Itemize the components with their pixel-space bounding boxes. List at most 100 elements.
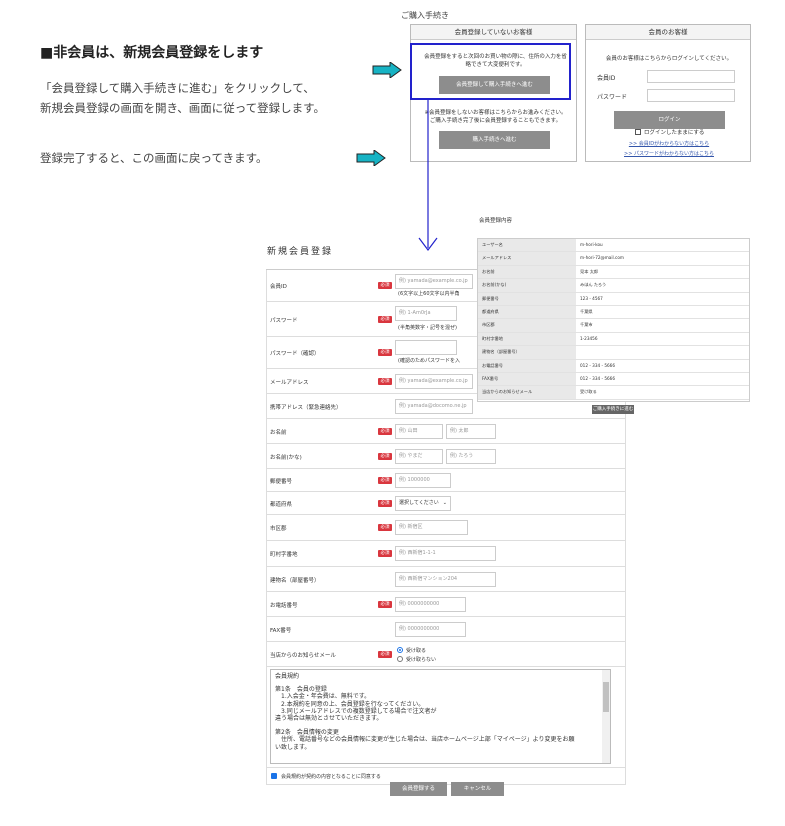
row-value: 1-23456 [580, 335, 598, 341]
row-fax: FAX番号 例) 0000000000 [266, 617, 626, 642]
table-row: お名前(かな) みほん たろう [478, 279, 749, 293]
confirmation-table: ユーザー名 m-hori-kou メールアドレス m-hori-72@mail.co… [477, 238, 750, 402]
row-zip: 郵便番号 必須 例) 1000000 [266, 469, 626, 492]
terms-line: 1.入会金・年会費は、無料です。 [275, 693, 371, 701]
field-label: 町村字番地 [270, 552, 298, 558]
phone-field[interactable]: 例) 0000000000 [395, 597, 466, 612]
row-key: 都道府県 [478, 305, 576, 319]
row-value: 千葉市 [580, 322, 593, 328]
prefecture-value: 選択してください [399, 500, 439, 506]
row-value: m-hori-72@mail.com [580, 255, 624, 261]
connector-arrow-icon [418, 98, 438, 251]
field-label: お電話番号 [270, 603, 298, 609]
row-key: お名前(かな) [478, 279, 576, 292]
proceed-checkout-button[interactable]: ご購入手続きに進む [592, 405, 634, 414]
table-row: メールアドレス m-hori-72@mail.com [478, 252, 749, 266]
terms-line: 2.本規約を同意の上、会員登録を行なってください。 [275, 700, 425, 708]
highlight-frame [410, 43, 571, 100]
field-label: メールアドレス [270, 380, 309, 386]
member-panel-intro: 会員のお客様はこちらからログインしてください。 [605, 56, 733, 62]
first-name-kana-field[interactable]: 例) たろう [446, 449, 496, 464]
table-row: FAX番号 012 - 334 - 5666 [478, 372, 749, 387]
email-field[interactable]: 例) yamada@example.co.jp [395, 374, 473, 389]
required-badge: 必須 [378, 428, 392, 435]
field-label: 携帯アドレス（緊急連絡先） [270, 405, 342, 411]
field-label: 市区郡 [270, 526, 287, 532]
field-label: FAX番号 [270, 628, 292, 634]
field-label: 会員ID [270, 284, 287, 290]
row-key: ユーザー名 [478, 239, 576, 252]
required-badge: 必須 [378, 550, 392, 557]
guest-note: ※会員登録をしないお客様はこちらからお進みください。ご購入手続き完了後に会員登録… [424, 110, 567, 124]
first-name-field[interactable]: 例) 太郎 [446, 424, 496, 439]
row-key: メールアドレス [478, 252, 576, 265]
password-confirm-field[interactable] [395, 340, 457, 355]
required-badge: 必須 [378, 524, 392, 531]
row-value [576, 346, 749, 358]
submit-registration-button[interactable]: 会員登録する [390, 782, 447, 796]
field-label: パスワード [270, 318, 298, 324]
mobile-email-field[interactable]: 例) yamada@docomo.ne.jp [395, 399, 473, 414]
agree-checkbox[interactable] [271, 773, 277, 779]
prefecture-select[interactable]: 選択してください ⌄ [395, 496, 451, 511]
required-badge: 必須 [378, 378, 392, 385]
password-confirm-note: (確認のためパスワードを入 [398, 358, 460, 364]
terms-title: 会員規約 [275, 673, 300, 680]
last-name-field[interactable]: 例) 山田 [395, 424, 443, 439]
field-label: 建物名（部屋番号） [270, 578, 320, 584]
terms-textarea[interactable]: 会員規約 第1条 会員の登録 1.入会金・年会費は、無料です。 2.本規約を同意… [270, 669, 611, 764]
terms-line: い致します。 [275, 743, 311, 751]
fax-field[interactable]: 例) 0000000000 [395, 622, 466, 637]
member-id-input[interactable] [647, 70, 735, 83]
row-value: 012 - 334 - 5666 [580, 362, 615, 368]
zip-field[interactable]: 例) 1000000 [395, 473, 451, 488]
instruction-line-2: 新規会員登録の画面を開き、画面に従って登録します。 [40, 101, 325, 115]
newsletter-no-label: 受け取らない [406, 657, 437, 663]
agree-label: 会員規約が契約の内容となることに同意する [281, 774, 381, 780]
table-row: ユーザー名 m-hori-kou [478, 239, 749, 253]
row-key: 郵便番号 [478, 292, 576, 305]
guest-checkout-button[interactable]: 購入手続きへ進む [439, 131, 550, 149]
chevron-down-icon: ⌄ [442, 500, 447, 506]
town-field[interactable]: 例) 西新宿1-1-1 [395, 546, 496, 561]
table-row: 建物名（部屋番号） [478, 346, 749, 360]
remember-checkbox[interactable] [635, 129, 641, 135]
field-label: パスワード（確認） [270, 351, 320, 357]
right-arrow-icon [372, 62, 402, 78]
terms-line: 違う場合は無効とさせていただきます。 [275, 715, 383, 723]
login-button[interactable]: ログイン [614, 111, 725, 129]
password-field[interactable]: 例) 1-Am0rJa [395, 306, 457, 321]
required-badge: 必須 [378, 316, 392, 323]
guest-panel-header: 会員登録していないお客様 [411, 25, 576, 40]
field-label: 都道府県 [270, 502, 293, 508]
row-phone: お電話番号 必須 例) 0000000000 [266, 592, 626, 617]
scroll-thumb[interactable] [603, 682, 609, 712]
member-id-label: 会員ID [597, 75, 616, 82]
forgot-password-link[interactable]: >> パスワードがわからない方はこちら [586, 150, 752, 157]
terms-line: 3.同じメールアドレスでの複数登録してる場合で注文者が [275, 707, 437, 715]
forgot-id-link[interactable]: >> 会員IDがわからない方はこちら [586, 140, 752, 147]
terms-scrollbar[interactable] [602, 670, 610, 763]
password-input[interactable] [647, 89, 735, 102]
member-id-field[interactable]: 例) yamada@example.co.jp [395, 274, 473, 289]
row-value: 受け取る [580, 389, 597, 395]
cancel-button[interactable]: キャンセル [451, 782, 504, 796]
required-badge: 必須 [378, 349, 392, 356]
row-key: 当店からのお知らせメール [478, 386, 576, 399]
password-label: パスワード [597, 94, 628, 101]
newsletter-yes-label: 受け取る [406, 648, 427, 654]
table-row: 市区郡 千葉市 [478, 319, 749, 333]
field-label: お名前(かな) [270, 455, 302, 461]
newsletter-no-radio[interactable] [397, 656, 403, 662]
table-row: 町村字番地 1-23456 [478, 332, 749, 347]
row-key: 建物名（部屋番号） [478, 346, 576, 359]
row-key: FAX番号 [478, 372, 576, 386]
building-field[interactable]: 例) 西新宿マンション204 [395, 572, 496, 587]
terms-line: 住所、電話番号などの会員情報に変更が生じた場合は、当店ホームページ上部「マイペー… [275, 736, 575, 744]
required-badge: 必須 [378, 500, 392, 507]
city-field[interactable]: 例) 新宿区 [395, 520, 468, 535]
required-badge: 必須 [378, 453, 392, 460]
instruction-line-3: 登録完了すると、この画面に戻ってきます。 [40, 151, 268, 165]
newsletter-yes-radio[interactable] [397, 647, 403, 653]
last-name-kana-field[interactable]: 例) やまだ [395, 449, 443, 464]
